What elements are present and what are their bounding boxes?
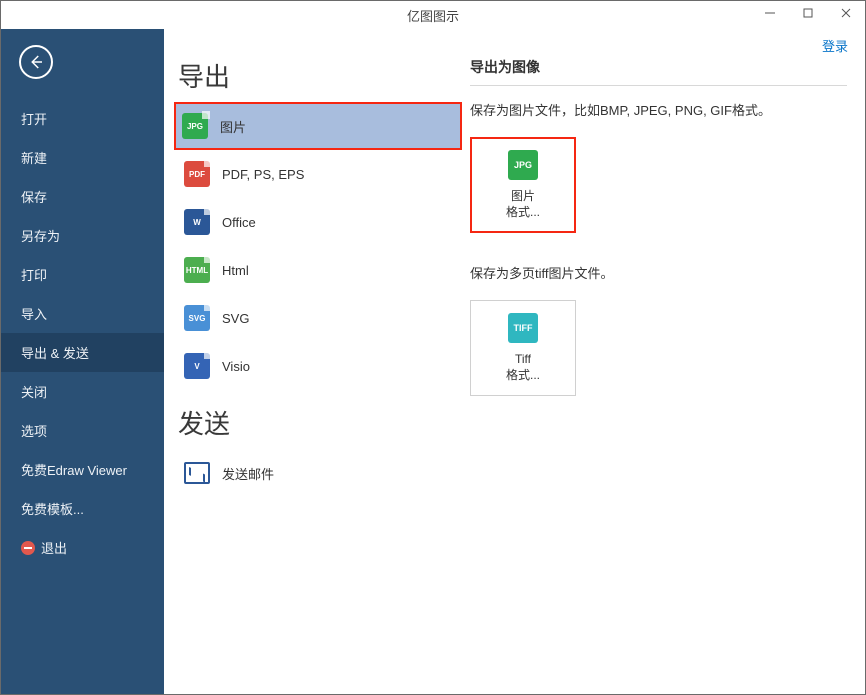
export-item-label: 图片	[220, 117, 246, 136]
back-button[interactable]	[19, 45, 53, 79]
sidebar-item-label: 新建	[21, 151, 47, 166]
details-panel: 导出为图像 保存为图片文件，比如BMP, JPEG, PNG, GIF格式。 J…	[464, 29, 865, 694]
sidebar-item-0[interactable]: 打开	[1, 99, 164, 138]
sidebar-item-label: 打开	[21, 112, 47, 127]
sidebar-item-1[interactable]: 新建	[1, 138, 164, 177]
sidebar-item-9[interactable]: 免费Edraw Viewer	[1, 450, 164, 489]
sidebar-item-label: 关闭	[21, 385, 47, 400]
image-format-label: 图片格式...	[506, 188, 540, 220]
export-item-label: PDF, PS, EPS	[222, 167, 304, 182]
export-heading: 导出	[178, 57, 464, 94]
sidebar-item-11[interactable]: 退出	[1, 528, 164, 567]
sidebar-item-3[interactable]: 另存为	[1, 216, 164, 255]
export-item-word[interactable]: W Office	[176, 198, 464, 246]
sidebar-item-label: 选项	[21, 424, 47, 439]
tiff-desc: 保存为多页tiff图片文件。	[470, 263, 847, 282]
minimize-icon	[765, 8, 775, 18]
sidebar-item-label: 免费Edraw Viewer	[21, 463, 127, 478]
sidebar-item-label: 打印	[21, 268, 47, 283]
tiff-format-tile[interactable]: TIFF Tiff格式...	[470, 300, 576, 396]
sidebar-item-2[interactable]: 保存	[1, 177, 164, 216]
title-bar: 亿图图示	[1, 1, 865, 29]
mail-icon	[184, 462, 210, 484]
export-item-label: SVG	[222, 311, 249, 326]
sidebar-item-label: 退出	[41, 538, 67, 557]
export-list: JPG图片PDFPDF, PS, EPSWOfficeHTMLHtmlSVGSV…	[176, 102, 464, 390]
sidebar: 打开新建保存另存为打印导入导出 & 发送关闭选项免费Edraw Viewer 免费…	[1, 29, 164, 694]
arrow-left-icon	[27, 53, 45, 71]
window-controls	[751, 1, 865, 25]
export-item-label: Visio	[222, 359, 250, 374]
export-item-pdf[interactable]: PDF PDF, PS, EPS	[176, 150, 464, 198]
exit-icon	[21, 541, 35, 555]
export-item-label: 发送邮件	[222, 464, 274, 483]
export-item-visio[interactable]: V Visio	[176, 342, 464, 390]
close-button[interactable]	[827, 1, 865, 25]
export-item-html[interactable]: HTML Html	[176, 246, 464, 294]
close-icon	[841, 8, 851, 18]
app-title: 亿图图示	[407, 6, 459, 25]
sidebar-item-5[interactable]: 导入	[1, 294, 164, 333]
jpg-icon: JPG	[508, 150, 538, 180]
image-formats-desc: 保存为图片文件，比如BMP, JPEG, PNG, GIF格式。	[470, 100, 847, 119]
details-title: 导出为图像	[470, 57, 847, 86]
sidebar-item-10[interactable]: 免费模板...	[1, 489, 164, 528]
jpg-icon: JPG	[182, 113, 208, 139]
main-layout: 打开新建保存另存为打印导入导出 & 发送关闭选项免费Edraw Viewer 免费…	[1, 29, 865, 694]
image-format-tile[interactable]: JPG 图片格式...	[470, 137, 576, 233]
send-list: 发送邮件	[176, 449, 464, 497]
maximize-icon	[803, 8, 813, 18]
sidebar-item-label: 免费模板...	[21, 502, 84, 517]
login-link[interactable]: 登录	[822, 36, 848, 55]
sidebar-item-6[interactable]: 导出 & 发送	[1, 333, 164, 372]
maximize-button[interactable]	[789, 1, 827, 25]
export-item-label: Office	[222, 215, 256, 230]
html-icon: HTML	[184, 257, 210, 283]
minimize-button[interactable]	[751, 1, 789, 25]
send-item-mail[interactable]: 发送邮件	[176, 449, 464, 497]
tiff-format-label: Tiff格式...	[506, 351, 540, 383]
sidebar-item-4[interactable]: 打印	[1, 255, 164, 294]
pdf-icon: PDF	[184, 161, 210, 187]
sidebar-item-label: 导出 & 发送	[21, 346, 89, 361]
visio-icon: V	[184, 353, 210, 379]
sidebar-item-7[interactable]: 关闭	[1, 372, 164, 411]
export-item-svg[interactable]: SVG SVG	[176, 294, 464, 342]
sidebar-item-label: 另存为	[21, 229, 60, 244]
tiff-icon: TIFF	[508, 313, 538, 343]
sidebar-item-label: 保存	[21, 190, 47, 205]
svg-icon: SVG	[184, 305, 210, 331]
export-item-jpg[interactable]: JPG 图片	[174, 102, 462, 150]
sidebar-item-label: 导入	[21, 307, 47, 322]
export-item-label: Html	[222, 263, 249, 278]
word-icon: W	[184, 209, 210, 235]
send-heading: 发送	[178, 404, 464, 441]
export-panel: 导出 JPG 图片 PDF PDF, PS, EPS W Office HTML Html SV…	[164, 29, 464, 694]
sidebar-item-8[interactable]: 选项	[1, 411, 164, 450]
